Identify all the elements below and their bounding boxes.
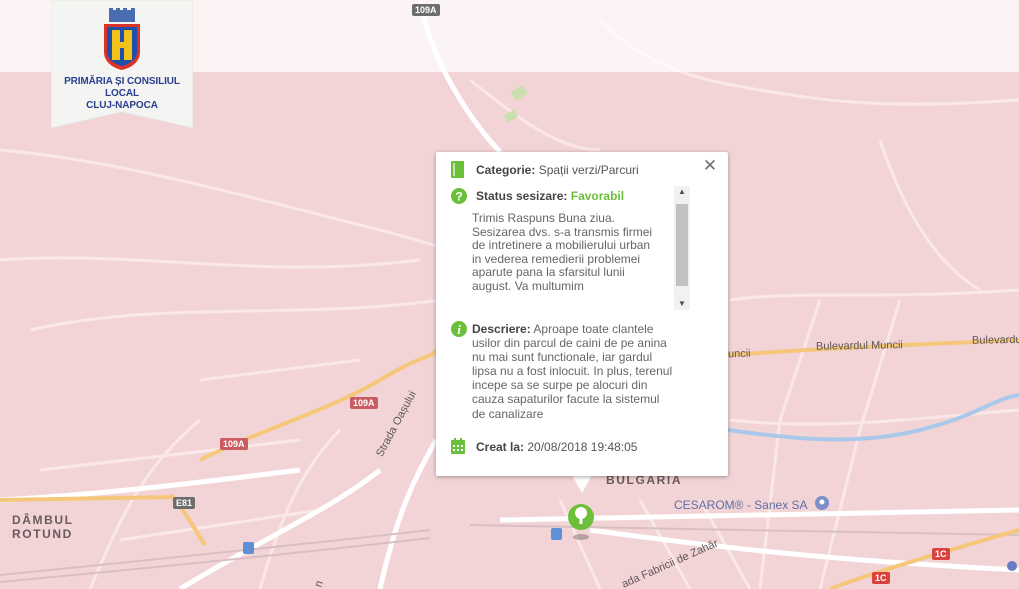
popup-tail	[572, 475, 592, 493]
scroll-thumb[interactable]	[676, 204, 688, 286]
status-row: ? Status sesizare: Favorabil	[450, 187, 700, 205]
logo-title: PRIMĂRIA ȘI CONSILIUL LOCAL CLUJ-NAPOCA	[64, 76, 180, 111]
road-shield-109a-left: 109A	[220, 438, 248, 450]
street-label-muncii-1: Bulevardul Muncii	[815, 339, 903, 353]
category-row: Categorie: Spații verzi/Parcuri	[450, 161, 700, 179]
response-scrollbar[interactable]: ▲ ▼	[674, 186, 690, 310]
road-shield-109a-top: 109A	[412, 4, 440, 16]
category-value: Spații verzi/Parcuri	[538, 163, 639, 177]
status-label: Status sesizare:	[476, 189, 568, 203]
svg-text:i: i	[457, 322, 461, 337]
created-label: Creat la:	[476, 440, 525, 454]
info-popup: ✕ Categorie: Spații verzi/Parcuri ? Stat…	[436, 152, 728, 476]
response-text[interactable]: Trimis Raspuns Buna ziua. Sesizarea dvs.…	[472, 211, 692, 308]
book-icon	[451, 161, 464, 178]
question-icon: ?	[451, 188, 467, 204]
road-shield-e81: E81	[173, 497, 196, 509]
created-row: Creat la: 20/08/2018 19:48:05	[450, 438, 700, 456]
coat-of-arms-icon	[104, 8, 140, 70]
close-icon[interactable]: ✕	[702, 157, 718, 174]
calendar-icon	[451, 438, 465, 454]
area-label-dambul: DÂMBUL ROTUND	[12, 513, 74, 541]
poi-label-cesarom[interactable]: CESAROM® - Sanex SA	[674, 498, 808, 512]
created-value: 20/08/2018 19:48:05	[527, 440, 638, 454]
scroll-down-icon[interactable]: ▼	[674, 298, 690, 310]
description-label: Descriere:	[472, 322, 531, 336]
city-logo[interactable]: PRIMĂRIA ȘI CONSILIUL LOCAL CLUJ-NAPOCA	[51, 0, 193, 128]
info-icon: i	[451, 321, 467, 337]
scroll-up-icon[interactable]: ▲	[674, 186, 690, 198]
road-shield-1c-b: 1C	[872, 572, 890, 584]
svg-text:?: ?	[455, 190, 462, 204]
road-shield-109a-mid: 109A	[350, 397, 378, 409]
poi-pin-icon[interactable]	[815, 496, 829, 510]
road-shield-1c-a: 1C	[932, 548, 950, 560]
edge-pin-icon	[1007, 561, 1017, 571]
status-value: Favorabil	[570, 189, 625, 203]
category-label: Categorie:	[476, 163, 536, 177]
street-label-muncii-2: Bulevardul Muncii	[971, 333, 1019, 347]
description: Descriere: Aproape toate clantele usilor…	[472, 322, 673, 421]
street-label-muncii-left: uncii	[727, 347, 751, 361]
